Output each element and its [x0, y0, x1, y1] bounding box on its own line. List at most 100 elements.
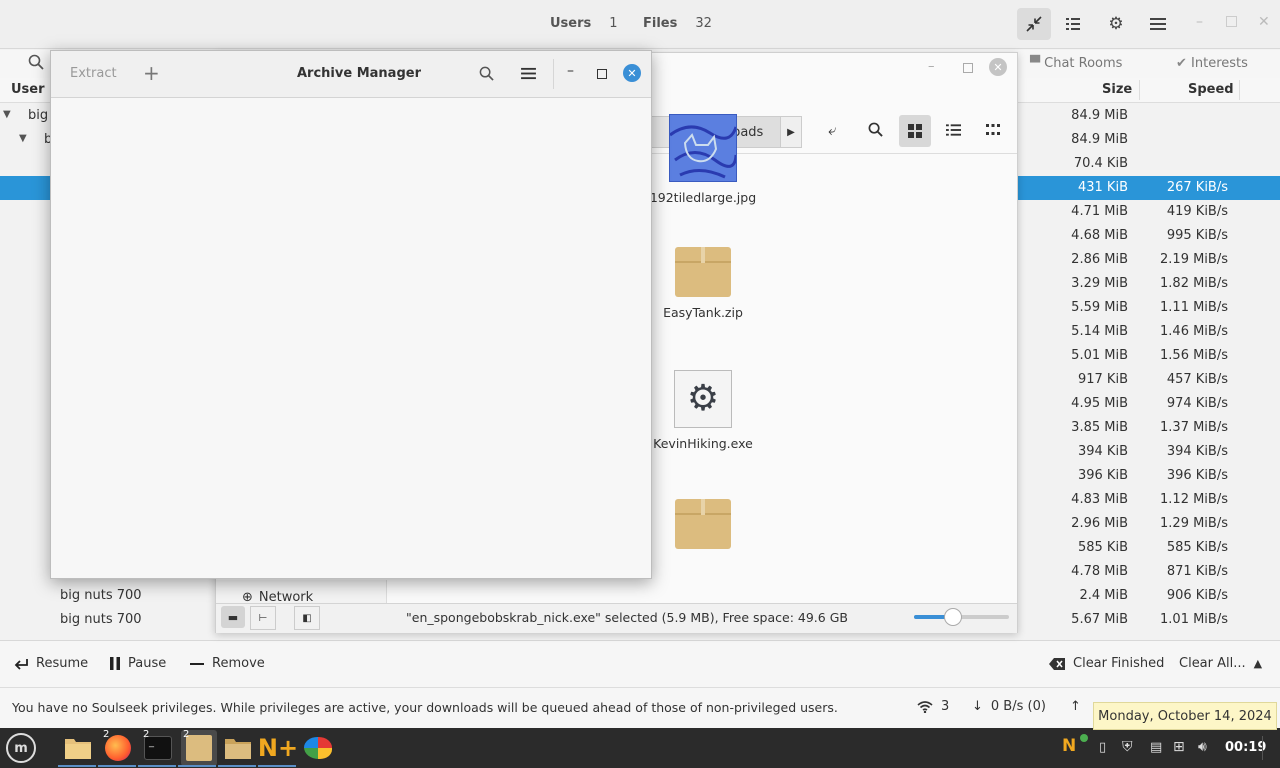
palette-icon [304, 737, 332, 759]
clear-finished-button[interactable]: Clear Finished [1049, 656, 1164, 671]
close-button[interactable]: ✕ [1258, 14, 1270, 30]
executable-icon: ⚙ [674, 370, 732, 428]
folder-icon: ▬ [227, 610, 239, 624]
minimize-button[interactable]: – [567, 63, 574, 79]
row-size: 70.4 KiB [1073, 156, 1128, 171]
show-places-button[interactable]: ▬ [221, 606, 245, 628]
volume-tray-icon[interactable]: 🔊︎ [1198, 739, 1207, 755]
row-size: 396 KiB [1077, 468, 1128, 483]
check-circle-icon: ✔ [1176, 56, 1187, 71]
files-stat: Files 32 [643, 16, 712, 31]
column-size[interactable]: Size [1102, 82, 1132, 97]
file-item[interactable]: ⚙ KevinHiking.exe [643, 370, 763, 452]
row-speed: 906 KiB/s [1166, 588, 1228, 603]
close-button[interactable]: ✕ [623, 64, 641, 82]
zoom-slider[interactable] [914, 608, 1009, 626]
search-icon[interactable] [28, 54, 44, 74]
clear-all-button[interactable]: Clear All... ▲ [1179, 656, 1262, 671]
shield-tray-icon[interactable]: ⛨ [1122, 739, 1133, 755]
add-files-button[interactable]: + [143, 61, 160, 85]
row-size: 84.9 MiB [1071, 108, 1128, 123]
nicotine-tray-icon[interactable]: N [1062, 736, 1076, 756]
taskbar-file-manager[interactable] [222, 732, 254, 764]
row-speed: 457 KiB/s [1166, 372, 1228, 387]
minus-icon [190, 662, 204, 665]
taskbar-paint[interactable] [302, 732, 334, 764]
archive-icon [675, 499, 731, 549]
connections-indicator: 3 [917, 699, 949, 714]
row-speed: 1.01 MiB/s [1160, 612, 1228, 627]
clear-icon [1049, 657, 1065, 670]
resume-button[interactable]: Resume [14, 656, 88, 671]
search-button[interactable] [479, 66, 494, 85]
maximize-button[interactable] [1226, 16, 1237, 27]
terminal-window-count: 2 [143, 729, 150, 740]
resume-arrow-icon [14, 658, 28, 670]
show-tree-button[interactable]: ⊢ [250, 606, 276, 630]
mint-menu-icon[interactable]: m [6, 733, 36, 763]
sidebar-icon: ◧ [302, 612, 312, 624]
row-speed: 267 KiB/s [1166, 180, 1228, 195]
gear-icon: ⚙ [1108, 14, 1124, 34]
row-speed: 419 KiB/s [1166, 204, 1228, 219]
firefox-window-count: 2 [103, 729, 110, 740]
row-speed: 1.29 MiB/s [1160, 516, 1228, 531]
pause-button[interactable]: Pause [110, 656, 166, 671]
row-size: 2.4 MiB [1079, 588, 1128, 603]
file-name: KevinHiking.exe [653, 436, 753, 451]
column-user[interactable]: User [11, 82, 45, 97]
settings-button[interactable]: ⚙ [1099, 8, 1133, 40]
triangle-up-icon: ▲ [1253, 657, 1263, 670]
row-user: big nuts 700 [60, 588, 142, 603]
file-item[interactable] [643, 496, 763, 557]
privileges-message: You have no Soulseek privileges. While p… [12, 700, 838, 715]
clipboard-tray-icon[interactable]: ▯ [1099, 740, 1106, 755]
row-size: 5.67 MiB [1071, 612, 1128, 627]
file-item[interactable]: 192tiledlarge.jpg [643, 114, 763, 206]
network-tray-icon[interactable]: ⊞ [1173, 739, 1185, 755]
row-speed: 871 KiB/s [1166, 564, 1228, 579]
list-view-button[interactable] [1056, 8, 1090, 40]
row-speed: 995 KiB/s [1166, 228, 1228, 243]
zoom-slider-handle[interactable] [944, 608, 962, 626]
clock[interactable]: 00:19 [1225, 740, 1266, 755]
row-size: 431 KiB [1077, 180, 1128, 195]
row-size: 5.59 MiB [1071, 300, 1128, 315]
list-icon [1066, 18, 1080, 30]
row-size: 84.9 MiB [1071, 132, 1128, 147]
pause-icon [110, 657, 120, 670]
menu-button[interactable] [1141, 8, 1175, 40]
row-size: 5.14 MiB [1071, 324, 1128, 339]
row-size: 917 KiB [1077, 372, 1128, 387]
row-size: 4.83 MiB [1071, 492, 1128, 507]
image-thumbnail [669, 114, 738, 182]
tab-chat-rooms[interactable]: ▀ Chat Rooms [1030, 56, 1122, 71]
row-size: 3.85 MiB [1071, 420, 1128, 435]
row-speed: 1.82 MiB/s [1160, 276, 1228, 291]
show-desktop-button[interactable] [1262, 736, 1279, 760]
toggle-sidebar-button[interactable]: ◧ [294, 606, 320, 630]
menu-button[interactable] [521, 67, 536, 84]
notes-tray-icon[interactable]: ▤ [1150, 740, 1162, 755]
selection-status: "en_spongebobskrab_nick.exe" selected (5… [406, 610, 848, 625]
search-icon [479, 66, 494, 81]
file-item[interactable]: EasyTank.zip [643, 244, 763, 321]
column-speed[interactable]: Speed [1188, 82, 1234, 97]
minimize-button[interactable]: – [1196, 14, 1203, 30]
window-title: Archive Manager [297, 66, 421, 81]
collapse-icon [1026, 16, 1042, 32]
row-user: big nuts 700 [60, 612, 142, 627]
tab-interests[interactable]: ✔ Interests [1176, 56, 1248, 71]
extract-button[interactable]: Extract [70, 66, 117, 81]
row-size: 3.29 MiB [1071, 276, 1128, 291]
archive-icon [675, 247, 731, 297]
row-speed: 1.37 MiB/s [1160, 420, 1228, 435]
collapse-button[interactable] [1017, 8, 1051, 40]
online-status-dot [1080, 734, 1088, 742]
wifi-icon [917, 701, 933, 713]
row-speed: 1.46 MiB/s [1160, 324, 1228, 339]
maximize-button[interactable] [597, 69, 607, 79]
taskbar-files-launcher[interactable] [62, 732, 94, 764]
remove-button[interactable]: Remove [190, 656, 265, 671]
taskbar-nicotine[interactable]: N+ [258, 732, 298, 764]
